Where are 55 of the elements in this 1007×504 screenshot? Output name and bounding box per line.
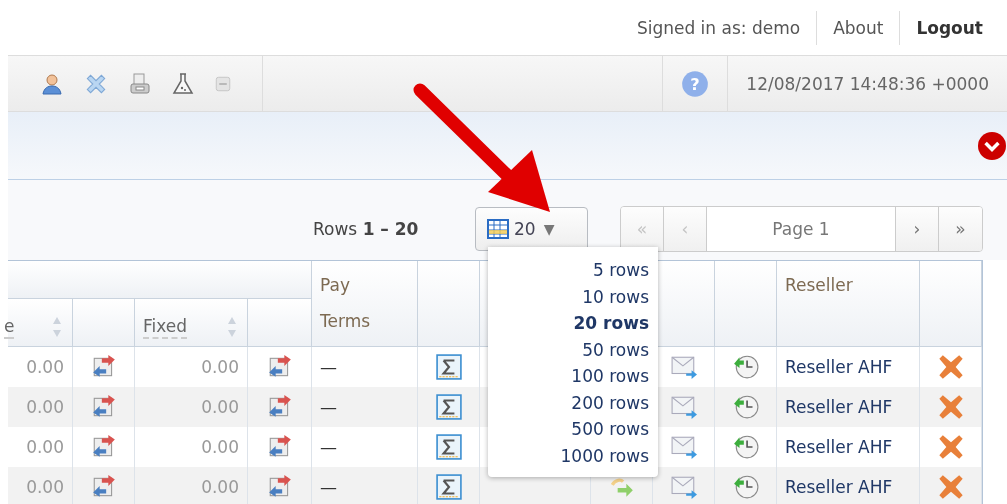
column-header: Pay Terms xyxy=(312,261,418,347)
swap-icon[interactable] xyxy=(266,394,293,420)
table-cell: Reseller AHF xyxy=(777,467,920,504)
user-icon[interactable] xyxy=(40,71,64,96)
page-field[interactable]: Page 1 xyxy=(707,207,896,251)
printer-icon[interactable] xyxy=(128,71,152,96)
mail-forward-icon[interactable] xyxy=(669,434,698,460)
swap-icon[interactable] xyxy=(266,354,293,380)
table-cell: — xyxy=(312,387,418,427)
clock-icon[interactable] xyxy=(732,354,759,380)
clock-icon[interactable] xyxy=(732,474,759,500)
table-cell: 0.00 xyxy=(8,387,73,427)
header-link[interactable]: About xyxy=(816,10,900,45)
menu-item[interactable]: 200 rows xyxy=(488,389,649,416)
sigma-icon[interactable] xyxy=(435,474,462,500)
chevron-down-icon[interactable] xyxy=(978,131,1006,160)
table-header-cell xyxy=(248,299,312,347)
menu-item[interactable]: 50 rows xyxy=(488,336,649,363)
mail-forward-icon[interactable] xyxy=(669,354,698,380)
swap-icon[interactable] xyxy=(266,434,293,460)
swap-icon[interactable] xyxy=(90,354,117,380)
sigma-icon[interactable] xyxy=(435,434,462,460)
menu-item[interactable]: 1000 rows xyxy=(488,442,649,469)
table-cell: 0.00 xyxy=(135,467,248,504)
table-cell: — xyxy=(312,467,418,504)
table-header-cell xyxy=(73,299,135,347)
flask-icon[interactable] xyxy=(171,70,195,97)
page-size-button[interactable]: 20 ▼ xyxy=(475,207,588,251)
header-link[interactable]: Logout xyxy=(899,10,999,45)
swap-icon[interactable] xyxy=(90,394,117,420)
menu-item[interactable]: 500 rows xyxy=(488,416,649,443)
mail-forward-icon[interactable] xyxy=(669,474,698,500)
menu-item[interactable]: 10 rows xyxy=(488,283,649,310)
menu-item[interactable]: 20 rows xyxy=(488,310,649,337)
menu-item[interactable]: 5 rows xyxy=(488,257,649,284)
swap-icon[interactable] xyxy=(90,474,117,500)
signed-in-text: Signed in as: demo xyxy=(635,16,802,40)
column-header: Reseller xyxy=(777,261,920,347)
clock-icon[interactable] xyxy=(732,434,759,460)
table-cell: Reseller AHF xyxy=(777,387,920,427)
menu-item[interactable]: 100 rows xyxy=(488,363,649,390)
table-cell: 0.00 xyxy=(8,467,73,504)
column-header[interactable]: Fixed xyxy=(135,299,248,347)
table-cell: 0.00 xyxy=(135,387,248,427)
clock-icon[interactable] xyxy=(732,394,759,420)
last-page-button[interactable]: » xyxy=(939,207,982,251)
sigma-icon[interactable] xyxy=(435,394,462,420)
next-page-button[interactable]: › xyxy=(896,207,939,251)
grid-icon xyxy=(486,217,510,241)
swap-icon[interactable] xyxy=(266,474,293,500)
mail-forward-icon[interactable] xyxy=(669,394,698,420)
sigma-icon[interactable] xyxy=(435,354,462,380)
date-time: 12/08/2017 14:48:36 +0000 xyxy=(746,73,989,94)
rows-range-text: Rows 1 – 20 xyxy=(313,219,420,239)
swap-icon[interactable] xyxy=(90,434,117,460)
